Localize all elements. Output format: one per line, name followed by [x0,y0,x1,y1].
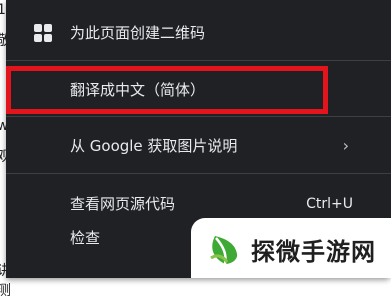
watermark-text: 探微手游网 [251,238,376,266]
menu-item-google-image-description[interactable]: 从 Google 获取图片说明 › [6,129,391,163]
menu-item-label: 检查 [70,229,101,247]
menu-item-label: 从 Google 获取图片说明 [70,137,238,155]
menu-divider [6,60,391,61]
watermark: 探微手游网 [191,218,391,278]
menu-item-label: 为此页面创建二维码 [70,24,206,42]
menu-divider [6,173,391,174]
leaf-logo [210,236,238,265]
menu-item-shortcut: Ctrl+U [306,196,353,212]
menu-divider [6,116,391,117]
chevron-right-icon: › [342,136,349,155]
highlight-box [6,66,328,114]
qr-code-icon [34,24,52,42]
menu-item-label: 查看网页源代码 [70,195,176,213]
menu-item-create-qr-code[interactable]: 为此页面创建二维码 [6,16,391,50]
menu-item-view-source[interactable]: 查看网页源代码 Ctrl+U [6,187,391,221]
